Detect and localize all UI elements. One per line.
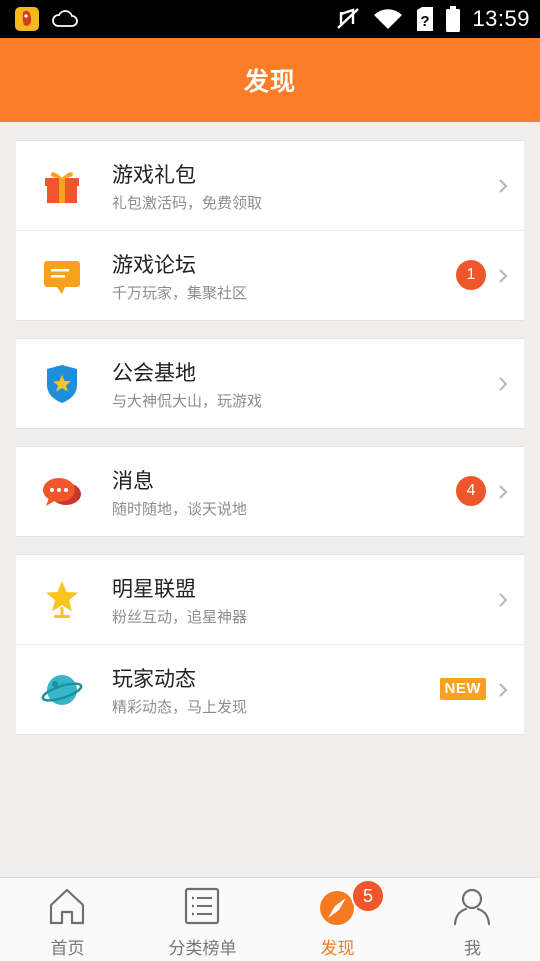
menu-group-4: 明星联盟 粉丝互动，追星神器 玩家动态 精彩动态，马上发现 NEW — [16, 554, 524, 735]
wifi-icon — [374, 9, 403, 29]
item-title: 游戏礼包 — [112, 163, 196, 187]
star-trophy-icon — [46, 581, 78, 618]
tab-label: 我 — [464, 939, 481, 959]
app-header: 发现 — [0, 38, 540, 122]
item-title: 明星联盟 — [112, 577, 196, 601]
item-title: 消息 — [112, 469, 154, 493]
chevron-right-icon — [499, 485, 508, 499]
item-subtitle: 千万玩家，集聚社区 — [112, 284, 248, 302]
bottom-tab-bar: 首页 分类榜单 5 发现 我 — [0, 877, 540, 961]
shield-star-icon — [47, 365, 77, 403]
battery-icon — [446, 6, 461, 32]
mute-icon — [337, 8, 360, 29]
sim-unknown-icon: ? — [417, 7, 434, 31]
item-title: 玩家动态 — [112, 667, 196, 691]
list-icon — [184, 887, 220, 925]
menu-group-1: 游戏礼包 礼包激活码，免费领取 游戏论坛 千万玩家，集聚社区 1 — [16, 140, 524, 321]
tab-label: 发现 — [320, 939, 355, 959]
svg-text:?: ? — [421, 13, 430, 30]
tab-category-rankings[interactable]: 分类榜单 — [135, 878, 270, 961]
item-subtitle: 与大神侃大山，玩游戏 — [112, 392, 263, 410]
gift-icon — [45, 172, 79, 203]
app-notification-icon — [15, 7, 39, 31]
chevron-right-icon — [499, 683, 508, 697]
menu-item-star-alliance[interactable]: 明星联盟 粉丝互动，追星神器 — [16, 555, 524, 644]
menu-group-3: 消息 随时随地，谈天说地 4 — [16, 446, 524, 537]
home-icon — [49, 888, 85, 925]
menu-item-game-gifts[interactable]: 游戏礼包 礼包激活码，免费领取 — [16, 141, 524, 230]
tab-home[interactable]: 首页 — [0, 878, 135, 961]
menu-item-messages[interactable]: 消息 随时随地，谈天说地 4 — [16, 447, 524, 536]
planet-icon — [41, 675, 83, 705]
item-subtitle: 精彩动态，马上发现 — [112, 698, 248, 716]
tab-badge: 5 — [351, 879, 385, 913]
item-subtitle: 礼包激活码，免费领取 — [112, 194, 263, 212]
menu-item-guild-base[interactable]: 公会基地 与大神侃大山，玩游戏 — [16, 339, 524, 428]
item-title: 公会基地 — [112, 361, 196, 385]
tab-me[interactable]: 我 — [405, 878, 540, 961]
unread-badge: 1 — [456, 260, 486, 290]
clock: 13:59 — [472, 6, 530, 31]
menu-item-player-feed[interactable]: 玩家动态 精彩动态，马上发现 NEW — [16, 644, 524, 734]
menu-group-2: 公会基地 与大神侃大山，玩游戏 — [16, 338, 524, 429]
item-subtitle: 粉丝互动，追星神器 — [112, 608, 248, 626]
cloud-icon — [52, 10, 78, 27]
message-bubbles-icon — [43, 478, 81, 506]
chevron-right-icon — [499, 179, 508, 193]
chevron-right-icon — [499, 269, 508, 283]
page-title: 发现 — [243, 67, 296, 96]
item-subtitle: 随时随地，谈天说地 — [112, 500, 248, 518]
menu-item-game-forum[interactable]: 游戏论坛 千万玩家，集聚社区 1 — [16, 230, 524, 320]
chevron-right-icon — [499, 593, 508, 607]
tab-label: 首页 — [50, 939, 85, 959]
item-title: 游戏论坛 — [112, 253, 196, 277]
tab-label: 分类榜单 — [168, 939, 237, 959]
unread-badge: 4 — [456, 476, 486, 506]
tab-discover[interactable]: 5 发现 — [270, 878, 405, 961]
chevron-right-icon — [499, 377, 508, 391]
new-tag: NEW — [439, 678, 486, 700]
person-icon — [453, 888, 491, 926]
status-bar: ? 13:59 — [0, 0, 540, 38]
forum-chat-icon — [44, 261, 80, 294]
